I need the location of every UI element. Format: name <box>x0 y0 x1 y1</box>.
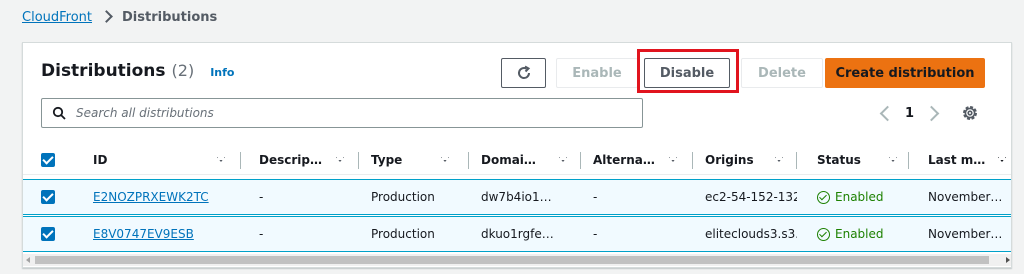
create-distribution-button[interactable]: Create distribution <box>825 58 985 88</box>
column-header-status[interactable]: Status <box>805 145 909 175</box>
check-circle-icon <box>817 227 830 241</box>
domain-cell: dw7b4io1… <box>481 190 552 204</box>
breadcrumb-current: Distributions <box>122 9 218 25</box>
search-input[interactable]: Search all distributions <box>41 98 643 128</box>
status-cell: Enabled <box>817 217 909 251</box>
chevron-right-icon <box>101 8 113 26</box>
page-title: Distributions <box>41 61 166 81</box>
description-cell: - <box>259 190 264 204</box>
scrollbar-thumb[interactable] <box>35 256 989 264</box>
column-header-description[interactable]: Descrip… <box>247 145 359 175</box>
type-cell: Production <box>371 227 435 241</box>
status-cell: Enabled <box>817 180 909 214</box>
chevron-right-icon[interactable] <box>924 103 944 123</box>
row-checkbox[interactable] <box>41 190 55 204</box>
sort-descending-icon <box>998 157 1006 162</box>
page-number[interactable]: 1 <box>905 106 914 121</box>
sort-icon <box>336 157 344 162</box>
refresh-icon <box>517 65 530 79</box>
last-modified-cell: November… <box>928 190 1003 204</box>
gear-icon[interactable] <box>960 103 980 123</box>
check-circle-icon <box>817 190 830 204</box>
sort-icon <box>559 157 567 162</box>
row-checkbox[interactable] <box>41 227 55 241</box>
last-modified-cell: November… <box>928 227 1003 241</box>
alternate-domain-cell: - <box>593 227 598 241</box>
table-row[interactable]: E2NOZPRXEWK2TC - Production dw7b4io1… - … <box>23 179 1011 215</box>
sort-icon <box>889 157 897 162</box>
domain-cell: dkuo1rgfe… <box>481 227 554 241</box>
column-header-type[interactable]: Type <box>359 145 469 175</box>
horizontal-scrollbar[interactable] <box>23 254 1011 266</box>
breadcrumb: CloudFront Distributions <box>22 8 217 26</box>
table-header: ID Descrip… Type Domai… Alterna… Origins <box>23 145 1011 175</box>
status-badge: Enabled <box>835 227 884 241</box>
select-all-checkbox[interactable] <box>41 153 55 167</box>
status-badge: Enabled <box>835 190 884 204</box>
breadcrumb-cloudfront-link[interactable]: CloudFront <box>22 10 92 25</box>
sort-icon <box>775 157 783 162</box>
scroll-left-arrow-icon[interactable] <box>26 257 30 263</box>
delete-button[interactable]: Delete <box>741 58 823 88</box>
column-header-id[interactable]: ID <box>81 145 241 175</box>
alternate-domain-cell: - <box>593 190 598 204</box>
info-link[interactable]: Info <box>210 66 234 79</box>
distribution-id-link[interactable]: E8V0747EV9ESB <box>93 217 243 251</box>
origins-cell: ec2-54-152-132 <box>705 190 797 204</box>
distribution-id-link[interactable]: E2NOZPRXEWK2TC <box>93 180 243 214</box>
column-header-origins[interactable]: Origins <box>693 145 797 175</box>
table-row[interactable]: E8V0747EV9ESB - Production dkuo1rgfe… - … <box>23 216 1011 252</box>
sort-icon <box>217 157 225 162</box>
select-all-header <box>41 145 81 175</box>
sort-icon <box>669 157 677 162</box>
panel-header: Distributions (2) Info <box>41 61 234 81</box>
sort-icon <box>441 157 449 162</box>
chevron-left-icon[interactable] <box>875 103 895 123</box>
type-cell: Production <box>371 190 435 204</box>
disable-button[interactable]: Disable <box>644 58 730 88</box>
distribution-count: (2) <box>171 61 195 80</box>
refresh-button[interactable] <box>501 58 546 88</box>
scroll-right-arrow-icon[interactable] <box>1006 257 1010 263</box>
search-icon <box>52 106 66 120</box>
search-placeholder: Search all distributions <box>76 106 214 120</box>
column-header-domain[interactable]: Domai… <box>469 145 581 175</box>
enable-button[interactable]: Enable <box>556 58 638 88</box>
column-header-last-modified[interactable]: Last m… <box>916 145 1011 175</box>
pagination: 1 <box>875 100 944 126</box>
distributions-panel: Distributions (2) Info Enable Disable De… <box>22 42 1012 268</box>
origins-cell: eliteclouds3.s3. <box>705 227 797 241</box>
column-header-alternate[interactable]: Alterna… <box>581 145 693 175</box>
description-cell: - <box>259 227 264 241</box>
